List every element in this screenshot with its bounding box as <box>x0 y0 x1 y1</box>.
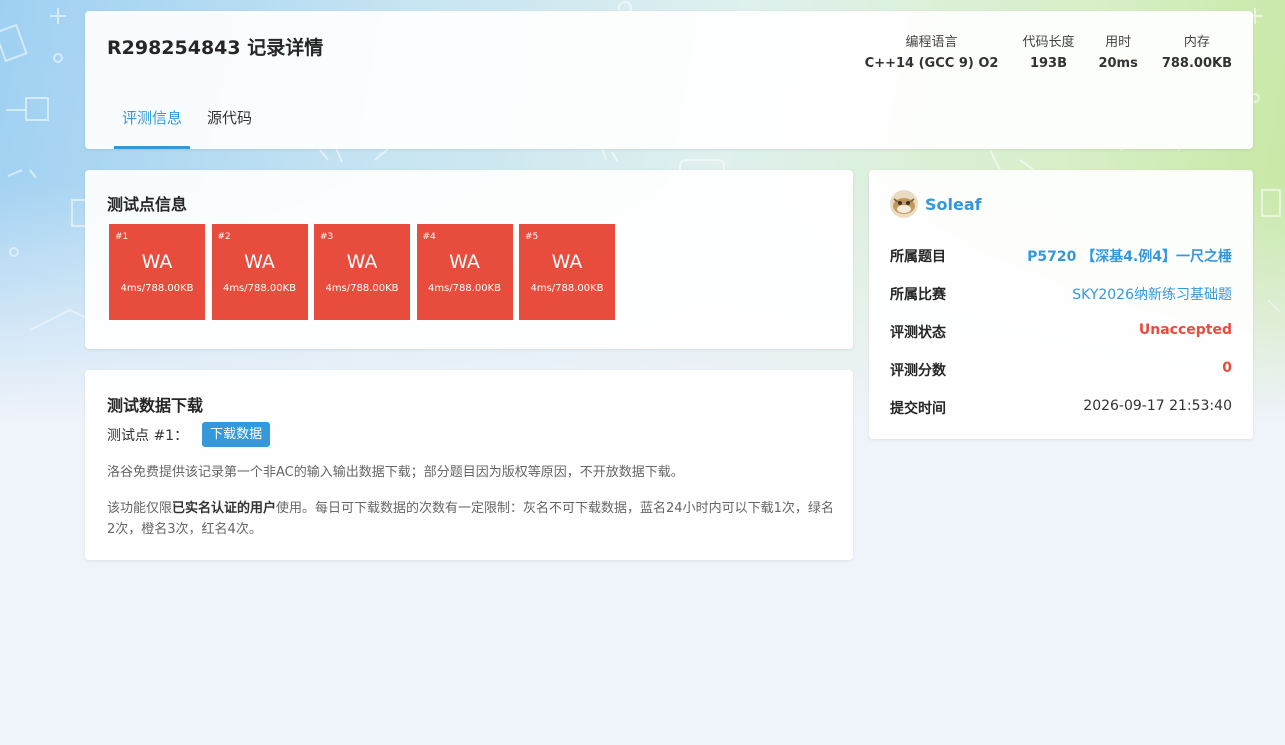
testpoint-status: WA <box>449 251 480 273</box>
testpoint-box[interactable]: #5 WA 4ms/788.00KB <box>519 224 615 320</box>
record-title: R298254843 记录详情 <box>107 37 324 59</box>
stat-value: 788.00KB <box>1161 56 1232 71</box>
testpoint-info: 4ms/788.00KB <box>325 283 399 294</box>
testpoint-status: WA <box>141 251 173 273</box>
avatar[interactable] <box>890 190 918 218</box>
user-row: Soleaf <box>890 190 982 218</box>
testpoints-grid: #1 WA 4ms/788.00KB #2 WA 4ms/788.00KB #3… <box>109 224 622 320</box>
info-row-status: 评测状态 Unaccepted <box>890 322 1232 342</box>
testpoint-status: WA <box>551 251 583 273</box>
note-prefix: 该功能仅限 <box>107 501 173 516</box>
stat-value: 20ms <box>1098 56 1138 71</box>
testpoint-info: 4ms/788.00KB <box>427 283 502 294</box>
tab-judge-info[interactable]: 评测信息 <box>114 107 191 149</box>
testpoint-info: 4ms/788.00KB <box>120 283 194 294</box>
note-bold: 已实名认证的用户 <box>172 501 277 516</box>
testpoint-box[interactable]: #1 WA 4ms/788.00KB <box>109 224 205 320</box>
info-row-contest: 所属比赛 SKY2026纳新练习基础题 <box>890 284 1232 304</box>
stat-label: 代码长度 <box>1022 35 1075 50</box>
stat-value: 193B <box>1029 56 1067 71</box>
testpoint-id: #4 <box>422 232 436 242</box>
stat-label: 内存 <box>1183 35 1210 50</box>
info-row-problem: 所属题目 P5720 【深基4.例4】一尺之棰 <box>890 246 1232 266</box>
record-stats: 编程语言 C++14 (GCC 9) O2 代码长度 193B 用时 20ms … <box>841 34 1232 74</box>
info-row-submit-time: 提交时间 2026-09-17 21:53:40 <box>890 398 1232 418</box>
testpoint-id: #1 <box>115 232 129 242</box>
contest-link[interactable]: SKY2026纳新练习基础题 <box>1072 284 1232 304</box>
stat-label: 编程语言 <box>905 35 958 50</box>
download-card: 测试数据下载 测试点 #1： 下载数据 洛谷免费提供该记录第一个非AC的输入输出… <box>85 370 853 560</box>
testpoint-status: WA <box>244 251 275 273</box>
download-note-1: 洛谷免费提供该记录第一个非AC的输入输出数据下载；部分题目因为版权等原因，不开放… <box>107 465 684 480</box>
testpoint-box[interactable]: #3 WA 4ms/788.00KB <box>314 224 410 320</box>
testpoint-id: #2 <box>217 232 231 242</box>
download-label: 测试点 #1： <box>107 427 189 444</box>
record-header-card: R298254843 记录详情 编程语言 C++14 (GCC 9) O2 代码… <box>85 11 1253 149</box>
info-label: 提交时间 <box>890 401 946 417</box>
info-row-score: 评测分数 0 <box>890 360 1232 380</box>
info-label: 评测状态 <box>890 325 946 341</box>
stat-value: C++14 (GCC 9) O2 <box>864 56 999 71</box>
submit-time: 2026-09-17 21:53:40 <box>1083 398 1232 414</box>
stat-time: 用时 20ms <box>1098 34 1137 74</box>
testpoint-id: #5 <box>525 232 539 242</box>
record-info-card: Soleaf 所属题目 P5720 【深基4.例4】一尺之棰 所属比赛 SKY2… <box>869 170 1253 439</box>
testpoint-box[interactable]: #4 WA 4ms/788.00KB <box>416 224 513 320</box>
problem-link[interactable]: P5720 【深基4.例4】一尺之棰 <box>1027 246 1232 266</box>
stat-memory: 内存 788.00KB <box>1162 34 1232 74</box>
stat-label: 用时 <box>1105 35 1132 50</box>
testpoint-box[interactable]: #2 WA 4ms/788.00KB <box>211 224 308 320</box>
download-data-button[interactable]: 下载数据 <box>202 422 271 447</box>
download-row: 测试点 #1： 下载数据 <box>107 422 271 447</box>
judge-score: 0 <box>1222 360 1232 376</box>
testpoints-card: 测试点信息 #1 WA 4ms/788.00KB #2 WA 4ms/788.0… <box>85 170 853 349</box>
testpoint-id: #3 <box>320 232 334 242</box>
tab-source-code[interactable]: 源代码 <box>199 107 260 149</box>
record-tabs: 评测信息 源代码 <box>114 107 269 149</box>
judge-status: Unaccepted <box>1138 322 1232 338</box>
info-label: 评测分数 <box>890 363 946 379</box>
info-label: 所属比赛 <box>890 287 946 303</box>
testpoint-status: WA <box>346 251 378 273</box>
stat-language: 编程语言 C++14 (GCC 9) O2 <box>865 34 999 74</box>
testpoint-info: 4ms/788.00KB <box>222 283 297 294</box>
testpoint-info: 4ms/788.00KB <box>530 283 604 294</box>
info-label: 所属题目 <box>890 249 946 265</box>
download-title: 测试数据下载 <box>107 396 204 415</box>
avatar-image-icon <box>890 190 918 218</box>
username-link[interactable]: Soleaf <box>925 195 982 214</box>
testpoints-title: 测试点信息 <box>107 195 188 214</box>
download-note-2: 该功能仅限已实名认证的用户使用。每日可下载数据的次数有一定限制：灰名不可下载数据… <box>107 498 835 540</box>
stat-code-length: 代码长度 193B <box>1022 34 1074 74</box>
